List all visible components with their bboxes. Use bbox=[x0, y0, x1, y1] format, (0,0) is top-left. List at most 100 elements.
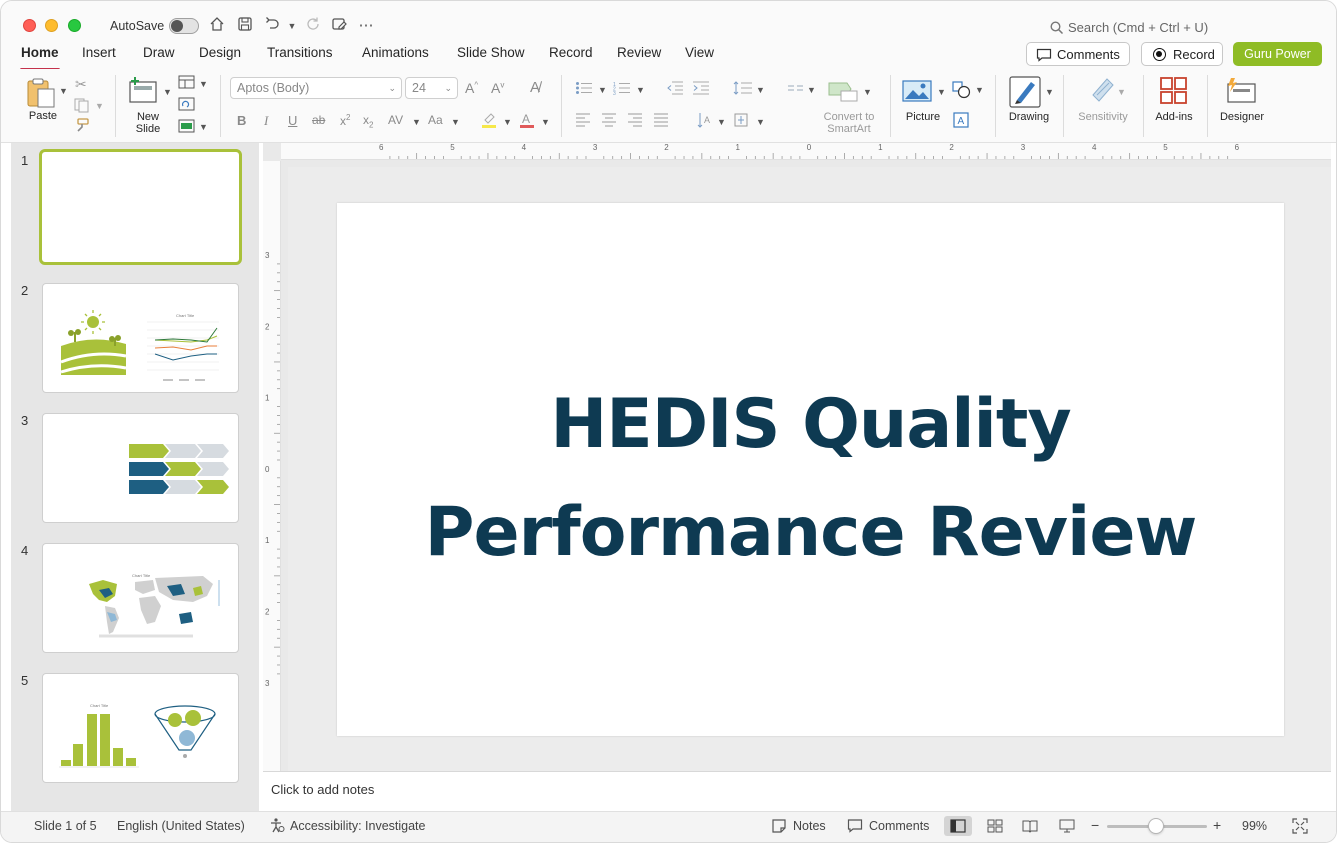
slideshow-view-button[interactable] bbox=[1053, 816, 1081, 836]
text-box-icon[interactable]: A bbox=[952, 112, 970, 131]
fit-to-window-icon[interactable] bbox=[1292, 818, 1308, 837]
save-icon[interactable] bbox=[235, 16, 255, 36]
bullets-icon bbox=[575, 81, 593, 98]
slide-thumbnail-3[interactable] bbox=[42, 413, 239, 523]
align-left-icon bbox=[575, 113, 591, 130]
shapes-icon[interactable] bbox=[952, 81, 972, 102]
layout-dropdown-icon[interactable]: ▼ bbox=[199, 79, 208, 89]
ruler-label: 0 bbox=[807, 143, 812, 152]
sensitivity-dropdown-icon: ▼ bbox=[1117, 87, 1126, 97]
chevron-down-icon: ▼ bbox=[863, 87, 872, 97]
reading-view-button[interactable] bbox=[1016, 816, 1044, 836]
chevron-down-icon: ▼ bbox=[503, 117, 512, 127]
tab-review[interactable]: Review bbox=[617, 45, 661, 67]
sensitivity-label: Sensitivity bbox=[1078, 111, 1128, 123]
ribbon-separator bbox=[561, 75, 562, 137]
tab-home[interactable]: Home bbox=[20, 45, 60, 71]
guru-power-button[interactable]: Guru Power bbox=[1233, 42, 1322, 66]
tab-insert[interactable]: Insert bbox=[82, 45, 116, 67]
new-slide-dropdown-icon[interactable]: ▼ bbox=[163, 87, 172, 97]
undo-icon[interactable] bbox=[262, 16, 282, 36]
font-color-icon: A bbox=[518, 111, 536, 132]
slide-thumbnail-5[interactable]: Chart Title bbox=[42, 673, 239, 783]
tab-slide-show[interactable]: Slide Show bbox=[457, 45, 525, 67]
slide-thumbnail-4[interactable]: Chart Title bbox=[42, 543, 239, 653]
home-icon[interactable] bbox=[207, 16, 227, 36]
addins-icon[interactable] bbox=[1159, 76, 1189, 109]
new-slide-icon[interactable] bbox=[128, 75, 160, 108]
font-size-dropdown[interactable]: 24 ⌄ bbox=[405, 77, 458, 99]
drawing-icon[interactable] bbox=[1009, 76, 1043, 111]
ribbon-separator bbox=[995, 75, 996, 137]
subscript-icon: x2 bbox=[363, 113, 374, 130]
layout-icon[interactable] bbox=[178, 75, 196, 92]
horizontal-ruler[interactable]: 6 5 4 3 2 1 0 1 2 3 4 5 6 bbox=[281, 143, 1331, 160]
zoom-out-button[interactable]: − bbox=[1091, 817, 1099, 833]
ruler-label: 1 bbox=[265, 536, 270, 545]
autosave-toggle[interactable] bbox=[169, 18, 199, 34]
customize-icon[interactable] bbox=[329, 16, 349, 36]
zoom-level[interactable]: 99% bbox=[1242, 819, 1267, 833]
notes-pane[interactable]: Click to add notes bbox=[263, 771, 1331, 809]
ribbon-separator bbox=[220, 75, 221, 137]
slide-thumbnail-2[interactable]: Chart Title bbox=[42, 283, 239, 393]
tab-design[interactable]: Design bbox=[199, 45, 241, 67]
svg-text:Chart Title: Chart Title bbox=[132, 573, 151, 578]
zoom-in-button[interactable]: + bbox=[1213, 817, 1221, 833]
reset-slide-icon[interactable] bbox=[178, 97, 196, 114]
ruler-label: 3 bbox=[265, 251, 270, 260]
slide-thumbnail-1[interactable] bbox=[39, 149, 242, 265]
record-button[interactable]: Record bbox=[1141, 42, 1223, 66]
ruler-label: 2 bbox=[949, 143, 954, 152]
reading-view-icon bbox=[1022, 820, 1038, 833]
picture-dropdown-icon[interactable]: ▼ bbox=[937, 87, 946, 97]
italic-icon: I bbox=[264, 113, 269, 128]
slide-title-box[interactable]: HEDIS Quality Performance Review bbox=[337, 371, 1284, 587]
ruler-label: 6 bbox=[379, 143, 384, 152]
section-icon[interactable] bbox=[178, 119, 196, 136]
tab-draw[interactable]: Draw bbox=[143, 45, 175, 67]
comments-button[interactable]: Comments bbox=[1026, 42, 1130, 66]
current-slide[interactable]: HEDIS Quality Performance Review bbox=[337, 203, 1284, 736]
ruler-label: 6 bbox=[1235, 143, 1240, 152]
font-name-dropdown[interactable]: Aptos (Body) ⌄ bbox=[230, 77, 402, 99]
autosave-label: AutoSave bbox=[110, 19, 165, 33]
drawing-dropdown-icon[interactable]: ▼ bbox=[1045, 87, 1054, 97]
undo-dropdown-icon[interactable]: ▼ bbox=[282, 16, 302, 36]
designer-icon[interactable] bbox=[1225, 76, 1259, 109]
vertical-ruler[interactable]: 3 2 1 0 1 2 3 bbox=[263, 161, 281, 771]
ruler-label: 5 bbox=[1163, 143, 1168, 152]
language-indicator[interactable]: English (United States) bbox=[117, 819, 245, 833]
paste-dropdown-icon[interactable]: ▼ bbox=[59, 86, 68, 96]
ruler-label: 3 bbox=[593, 143, 598, 152]
tab-animations[interactable]: Animations bbox=[362, 45, 429, 67]
format-painter-icon[interactable] bbox=[73, 117, 91, 136]
status-bar: Slide 1 of 5 English (United States) Acc… bbox=[1, 811, 1336, 842]
section-dropdown-icon[interactable]: ▼ bbox=[199, 122, 208, 132]
shapes-dropdown-icon[interactable]: ▼ bbox=[975, 85, 984, 95]
tab-record[interactable]: Record bbox=[549, 45, 593, 67]
chevron-down-icon: ▼ bbox=[717, 117, 726, 127]
ruler-label: 0 bbox=[265, 465, 270, 474]
normal-view-button[interactable] bbox=[944, 816, 972, 836]
picture-icon[interactable] bbox=[902, 79, 932, 106]
search-box[interactable]: Search (Cmd + Ctrl + U) bbox=[1047, 18, 1277, 38]
tab-view[interactable]: View bbox=[685, 45, 714, 67]
addins-label: Add-ins bbox=[1155, 111, 1193, 123]
zoom-slider-handle[interactable] bbox=[1148, 818, 1164, 834]
close-window-button[interactable] bbox=[23, 19, 36, 32]
tab-transitions[interactable]: Transitions bbox=[267, 45, 333, 67]
more-options-icon[interactable]: ⋯ bbox=[356, 16, 376, 36]
notes-icon bbox=[771, 818, 787, 837]
zoom-window-button[interactable] bbox=[68, 19, 81, 32]
minimize-window-button[interactable] bbox=[45, 19, 58, 32]
slide-sorter-button[interactable] bbox=[981, 816, 1009, 836]
slide-sorter-icon bbox=[987, 819, 1003, 833]
comments-toggle[interactable]: Comments bbox=[869, 819, 929, 833]
chevron-down-icon: ▼ bbox=[756, 85, 765, 95]
chevron-down-icon: ⌄ bbox=[444, 83, 452, 93]
notes-toggle[interactable]: Notes bbox=[793, 819, 826, 833]
comments-button-label: Comments bbox=[1057, 47, 1120, 62]
accessibility-status[interactable]: Accessibility: Investigate bbox=[290, 819, 425, 833]
paste-icon[interactable] bbox=[25, 77, 59, 112]
